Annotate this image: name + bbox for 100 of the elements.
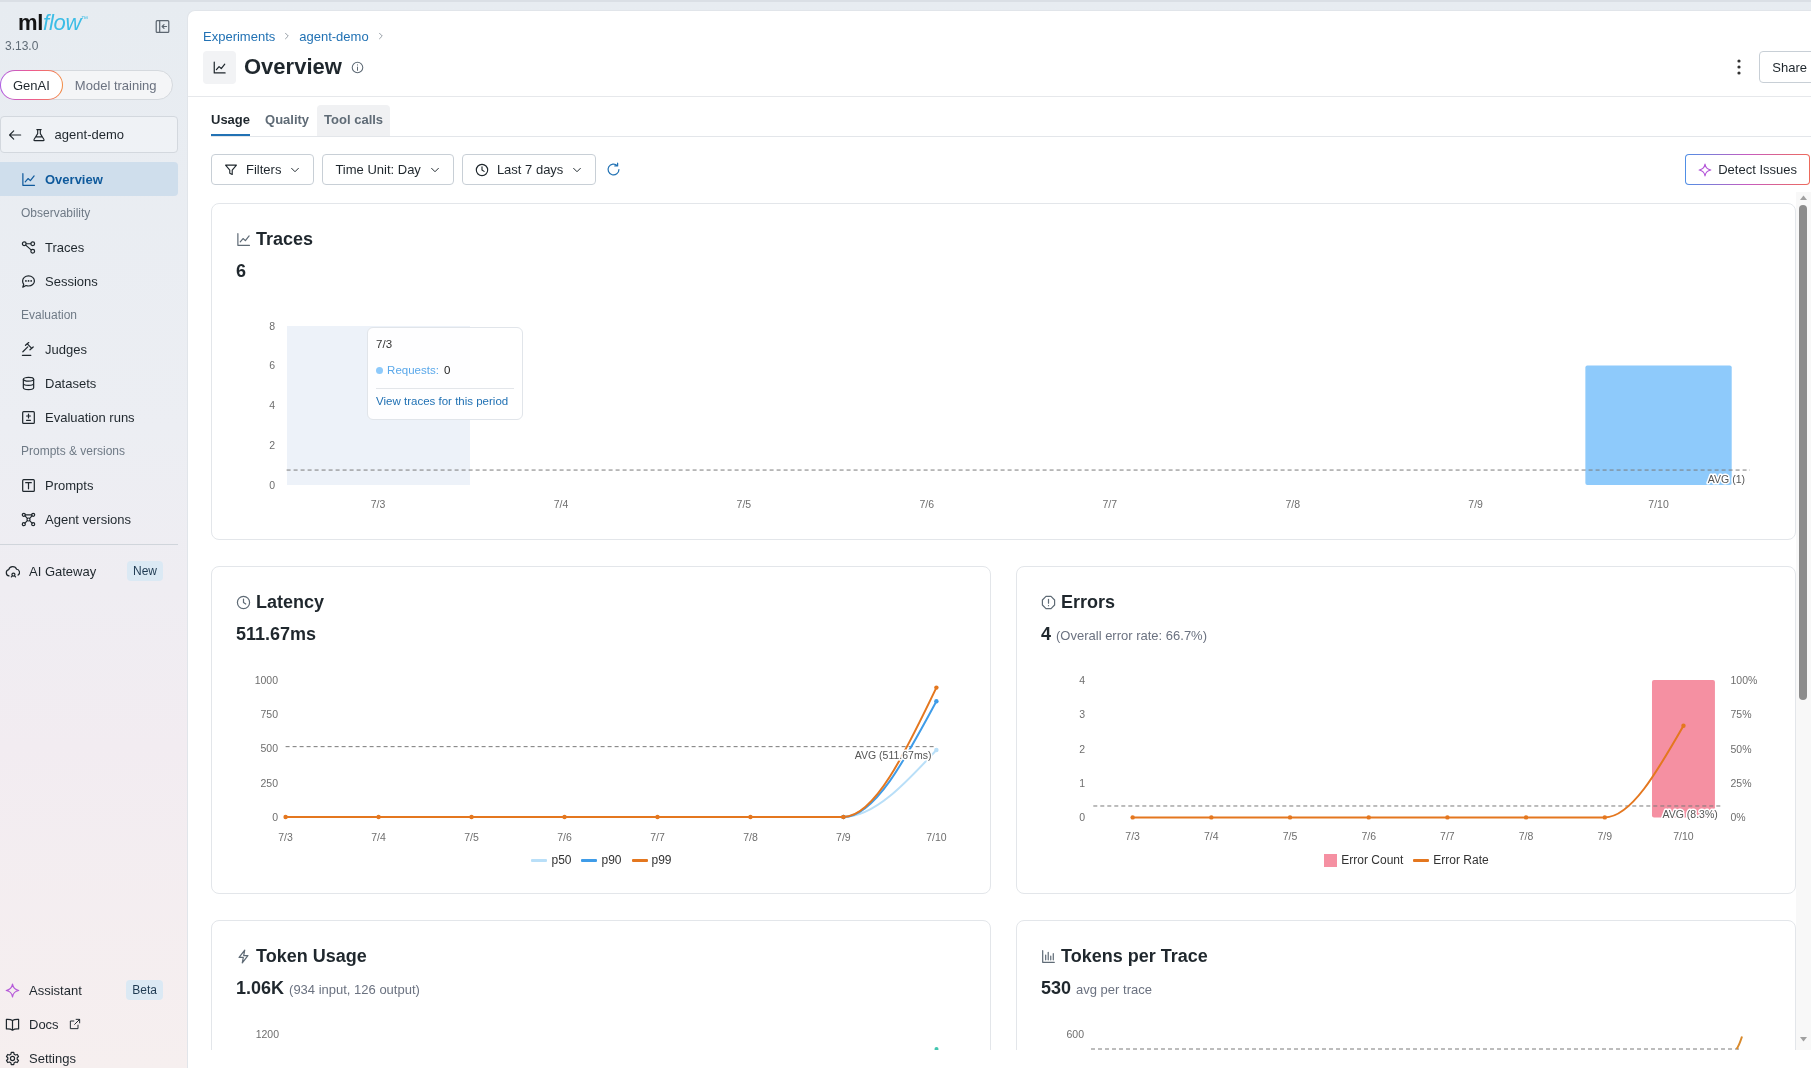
clock-icon <box>474 162 489 177</box>
axis-label: 7/10 <box>1648 498 1669 511</box>
axis-label: 750 <box>260 707 278 720</box>
database-icon <box>21 375 36 391</box>
sparkle-icon <box>1698 162 1713 177</box>
axis-label: 7/8 <box>743 831 758 843</box>
refresh-icon[interactable] <box>606 162 622 177</box>
section-label: Observability <box>21 206 91 220</box>
card-title: Token Usage <box>256 945 367 967</box>
gavel-icon <box>21 341 36 357</box>
bar-chart-icon <box>1041 948 1056 964</box>
line-chart-icon <box>21 171 36 187</box>
breadcrumb-link[interactable]: Experiments <box>203 28 276 44</box>
tooltip-series-label: Requests: <box>387 363 439 378</box>
chevron-right-icon <box>376 31 385 41</box>
sidebar-collapse-icon[interactable] <box>155 19 170 34</box>
scrollbar[interactable] <box>1796 192 1811 1050</box>
time-unit-dropdown[interactable]: Time Unit: Day <box>322 154 454 185</box>
version-label: 3.13.0 <box>5 39 39 53</box>
mlflow-logo: mlflow$^{™}$ <box>18 10 88 36</box>
mode-option[interactable]: Model training <box>61 70 170 100</box>
sparkle-icon <box>5 982 20 998</box>
cloud-icon <box>5 563 20 579</box>
axis-label: 0 <box>269 479 275 491</box>
axis-label: 1200 <box>255 1028 279 1040</box>
line-chart-icon <box>203 50 236 84</box>
legend-label: p90 <box>601 853 622 867</box>
axis-label: 7/3 <box>370 498 386 511</box>
legend-label: p50 <box>551 853 572 867</box>
lightning-icon <box>236 948 251 964</box>
tab[interactable]: Tool calls <box>317 105 391 136</box>
view-traces-link[interactable]: View traces for this period <box>376 393 509 409</box>
share-button[interactable]: Share <box>1759 51 1811 83</box>
metric-value: 511.67ms <box>236 623 317 645</box>
connected-nodes-icon <box>21 239 36 255</box>
nav-item[interactable]: Settings <box>0 1041 178 1068</box>
nav-item[interactable]: Datasets <box>0 366 178 400</box>
axis-label: 6 <box>269 359 275 372</box>
settings-icon <box>5 1050 20 1066</box>
nav-item[interactable]: Overview <box>0 162 178 196</box>
axis-label: 7/6 <box>557 831 572 843</box>
axis-label: 7/10 <box>926 831 947 843</box>
nav-item[interactable]: Judges <box>0 332 178 366</box>
metric-note: avg per trace <box>1076 981 1152 999</box>
chat-bubble-icon <box>21 273 36 289</box>
axis-label: 500 <box>260 742 278 755</box>
nav-item[interactable]: Evaluation runs <box>0 400 178 434</box>
axis-label: 7/3 <box>278 831 293 843</box>
legend-label: p99 <box>651 853 672 867</box>
section-label: Evaluation <box>21 308 78 322</box>
tab[interactable]: Quality <box>258 105 317 136</box>
beta-badge: Beta <box>126 980 163 1000</box>
new-badge: New <box>127 561 163 581</box>
axis-label: 0 <box>272 811 278 823</box>
chart-point <box>934 1047 939 1050</box>
mode-option[interactable]: GenAI <box>0 70 63 100</box>
chart-line <box>1735 1035 1743 1050</box>
nav-item[interactable]: AI Gateway New <box>0 554 178 588</box>
clock-icon <box>236 594 251 610</box>
nav-item[interactable]: Assistant Beta <box>0 973 178 1007</box>
metric-value: 4 <box>1041 623 1051 645</box>
card-title: Latency <box>256 591 325 613</box>
tooltip-value: 0 <box>443 363 451 378</box>
metric-value: 530 <box>1041 977 1072 999</box>
breadcrumb-link[interactable]: agent-demo <box>299 28 369 44</box>
axis-label: 7/6 <box>919 498 935 511</box>
nav-item[interactable]: Traces <box>0 230 178 264</box>
nav-item[interactable]: Prompts <box>0 468 178 502</box>
experiment-selector[interactable]: agent-demo <box>0 116 178 153</box>
nav-item[interactable]: Agent versions <box>0 502 178 536</box>
axis-label: 7/7 <box>650 831 665 843</box>
page-title: Overview <box>244 53 342 81</box>
back-arrow-icon <box>8 127 22 142</box>
tab[interactable]: Usage <box>204 105 258 136</box>
card-title: Traces <box>256 228 314 250</box>
axis-label: 8 <box>269 319 275 332</box>
axis-label: 1000 <box>254 673 278 686</box>
axis-label: 7/4 <box>371 831 386 843</box>
detect-issues-button[interactable]: Detect Issues <box>1685 154 1810 185</box>
card-title: Tokens per Trace <box>1061 945 1208 967</box>
axis-label: 7/8 <box>1285 498 1300 511</box>
network-icon <box>21 511 36 527</box>
axis-label: 7/7 <box>1102 498 1118 511</box>
nav-item[interactable]: Sessions <box>0 264 178 298</box>
axis-label: 4 <box>269 399 275 412</box>
nav-item[interactable]: Docs <box>0 1007 178 1041</box>
filters-button[interactable]: Filters <box>211 154 315 185</box>
alert-octagon-icon <box>1041 594 1056 610</box>
axis-label: 600 <box>1066 1028 1084 1040</box>
more-icon[interactable] <box>1737 59 1742 75</box>
metric-value: 6 <box>236 260 246 282</box>
tooltip-title: 7/3 <box>376 337 393 352</box>
section-label: Prompts & versions <box>21 444 126 458</box>
axis-label: 7/5 <box>464 831 479 843</box>
letter-t-icon <box>21 477 36 493</box>
metric-note: (Overall error rate: 66.7%) <box>1056 627 1207 645</box>
average-label: AVG (1) <box>1707 472 1745 485</box>
axis-label: 7/5 <box>736 498 752 511</box>
line-chart-icon <box>236 231 251 247</box>
date-range-dropdown[interactable]: Last 7 days <box>461 154 597 185</box>
